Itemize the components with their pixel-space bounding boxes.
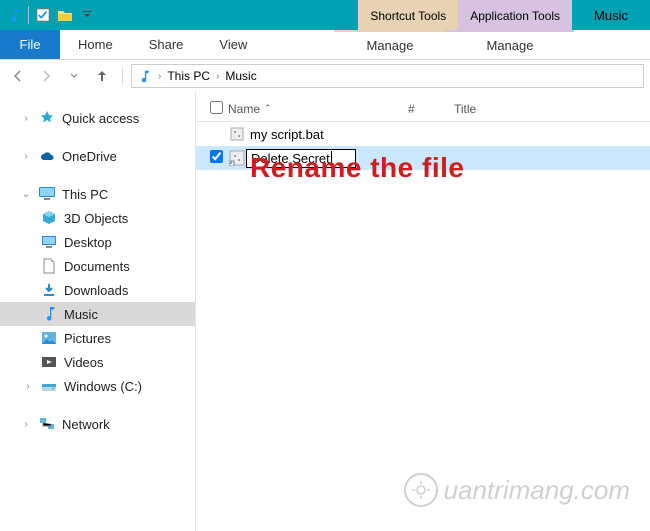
- checkbox-icon[interactable]: [35, 7, 51, 23]
- cloud-icon: [38, 147, 56, 165]
- qat-dropdown-icon[interactable]: [79, 7, 95, 23]
- video-icon: [40, 353, 58, 371]
- shortcut-file-icon: [228, 149, 246, 167]
- nav-network[interactable]: › Network: [0, 412, 195, 436]
- nav-label: Windows (C:): [64, 379, 142, 394]
- star-icon: [38, 109, 56, 127]
- window-title: Music: [572, 0, 650, 30]
- nav-label: Desktop: [64, 235, 112, 250]
- desktop-icon: [40, 233, 58, 251]
- tab-home[interactable]: Home: [60, 30, 131, 59]
- nav-downloads[interactable]: Downloads: [0, 278, 195, 302]
- nav-label: This PC: [62, 187, 108, 202]
- file-name[interactable]: my script.bat: [246, 127, 324, 142]
- download-icon: [40, 281, 58, 299]
- nav-quick-access[interactable]: › Quick access: [0, 106, 195, 130]
- nav-label: OneDrive: [62, 149, 117, 164]
- bat-file-icon: [228, 125, 246, 143]
- forward-button[interactable]: [34, 64, 58, 88]
- file-tab[interactable]: File: [0, 30, 60, 59]
- tab-manage-application[interactable]: Manage: [446, 30, 574, 59]
- back-button[interactable]: [6, 64, 30, 88]
- column-title[interactable]: Title: [454, 102, 534, 116]
- contextual-tab-headers: Shortcut Tools Application Tools Music: [358, 0, 650, 30]
- nav-documents[interactable]: Documents: [0, 254, 195, 278]
- nav-music[interactable]: Music: [0, 302, 195, 326]
- up-button[interactable]: [90, 64, 114, 88]
- chevron-right-icon[interactable]: ›: [20, 151, 32, 162]
- nav-drive-c[interactable]: › Windows (C:): [0, 374, 195, 398]
- tab-view[interactable]: View: [201, 30, 265, 59]
- title-bar: Shortcut Tools Application Tools Music: [0, 0, 650, 30]
- nav-label: Network: [62, 417, 110, 432]
- ribbon: File Home Share View Manage Manage: [0, 30, 650, 60]
- breadcrumb[interactable]: › This PC › Music: [131, 64, 644, 88]
- watermark-icon: [404, 473, 438, 507]
- tab-share[interactable]: Share: [131, 30, 202, 59]
- annotation-text: Rename the file: [250, 152, 464, 184]
- nav-desktop[interactable]: Desktop: [0, 230, 195, 254]
- network-icon: [38, 415, 56, 433]
- nav-videos[interactable]: Videos: [0, 350, 195, 374]
- music-app-icon: [6, 7, 22, 23]
- nav-label: Pictures: [64, 331, 111, 346]
- address-bar: › This PC › Music: [0, 60, 650, 92]
- cube-icon: [40, 209, 58, 227]
- nav-label: Quick access: [62, 111, 139, 126]
- chevron-down-icon[interactable]: ⌄: [20, 189, 32, 200]
- music-folder-icon: [136, 68, 152, 84]
- chevron-right-icon[interactable]: ›: [214, 71, 221, 82]
- nav-label: Documents: [64, 259, 130, 274]
- music-note-icon: [40, 305, 58, 323]
- watermark-text: uantrimang.com: [444, 475, 630, 506]
- nav-label: Videos: [64, 355, 104, 370]
- breadcrumb-music[interactable]: Music: [225, 69, 256, 83]
- nav-pictures[interactable]: Pictures: [0, 326, 195, 350]
- watermark: uantrimang.com: [404, 473, 630, 507]
- navigation-pane: › Quick access › OneDrive ⌄ This PC: [0, 92, 196, 531]
- folder-icon[interactable]: [57, 7, 73, 23]
- shortcut-tools-header: Shortcut Tools: [358, 0, 458, 30]
- chevron-right-icon[interactable]: ›: [22, 381, 34, 392]
- file-row[interactable]: my script.bat: [196, 122, 650, 146]
- sort-ascending-icon: ⌃: [264, 103, 272, 114]
- application-tools-header: Application Tools: [458, 0, 572, 30]
- quick-access-toolbar: [0, 0, 101, 30]
- document-icon: [40, 257, 58, 275]
- nav-this-pc[interactable]: ⌄ This PC: [0, 182, 195, 206]
- column-number[interactable]: #: [408, 102, 454, 116]
- nav-3d-objects[interactable]: 3D Objects: [0, 206, 195, 230]
- chevron-right-icon[interactable]: ›: [156, 71, 163, 82]
- select-all-checkbox[interactable]: [210, 101, 228, 117]
- row-checkbox[interactable]: [210, 150, 228, 166]
- nav-onedrive[interactable]: › OneDrive: [0, 144, 195, 168]
- column-name[interactable]: Name: [228, 102, 260, 116]
- picture-icon: [40, 329, 58, 347]
- monitor-icon: [38, 185, 56, 203]
- file-list-pane: Name ⌃ # Title my script.bat Delete Secr…: [196, 92, 650, 531]
- chevron-right-icon[interactable]: ›: [20, 113, 32, 124]
- nav-label: Downloads: [64, 283, 128, 298]
- drive-icon: [40, 377, 58, 395]
- nav-label: 3D Objects: [64, 211, 128, 226]
- tab-manage-shortcut[interactable]: Manage: [334, 30, 446, 59]
- recent-locations-dropdown[interactable]: [62, 64, 86, 88]
- chevron-right-icon[interactable]: ›: [20, 419, 32, 430]
- nav-label: Music: [64, 307, 98, 322]
- column-headers[interactable]: Name ⌃ # Title: [196, 96, 650, 122]
- breadcrumb-this-pc[interactable]: This PC: [167, 69, 210, 83]
